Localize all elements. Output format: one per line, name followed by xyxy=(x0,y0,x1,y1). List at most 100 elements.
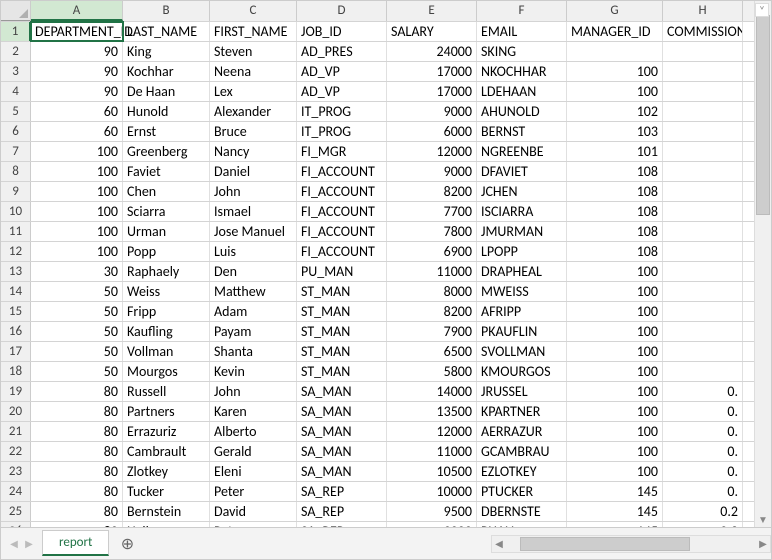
tab-nav-buttons[interactable]: ◀ ▶ xyxy=(1,536,42,552)
cell[interactable]: Payam xyxy=(210,322,297,341)
cell[interactable]: IT_PROG xyxy=(297,122,387,141)
cell[interactable]: KMOURGOS xyxy=(477,362,567,381)
cell[interactable]: 100 xyxy=(567,382,663,401)
scroll-down-icon[interactable]: ▼ xyxy=(758,513,768,527)
add-sheet-button[interactable]: ⊕ xyxy=(115,532,139,556)
cell[interactable]: 14000 xyxy=(387,382,477,401)
cell[interactable]: FI_ACCOUNT xyxy=(297,162,387,181)
cell[interactable]: Urman xyxy=(123,222,210,241)
cell[interactable]: Luis xyxy=(210,242,297,261)
cell[interactable]: AD_VP xyxy=(297,62,387,81)
cell[interactable]: 6000 xyxy=(387,122,477,141)
cell[interactable]: 80 xyxy=(31,462,123,481)
cell[interactable]: 100 xyxy=(31,222,123,241)
cell[interactable]: Faviet xyxy=(123,162,210,181)
cell[interactable]: 100 xyxy=(31,202,123,221)
cell[interactable]: JOB_ID xyxy=(297,22,387,41)
cell[interactable]: 100 xyxy=(567,402,663,421)
cell[interactable]: 100 xyxy=(567,442,663,461)
cell[interactable] xyxy=(663,122,743,141)
cell[interactable]: JMURMAN xyxy=(477,222,567,241)
row-header[interactable]: 7 xyxy=(1,142,31,161)
cell[interactable]: ST_MAN xyxy=(297,322,387,341)
cell[interactable]: 50 xyxy=(31,282,123,301)
cell[interactable]: 100 xyxy=(567,62,663,81)
row-header[interactable]: 3 xyxy=(1,62,31,81)
cell[interactable]: 80 xyxy=(31,402,123,421)
cell[interactable]: Kevin xyxy=(210,362,297,381)
row-header[interactable]: 2 xyxy=(1,42,31,61)
cell[interactable]: Zlotkey xyxy=(123,462,210,481)
cell[interactable]: ST_MAN xyxy=(297,362,387,381)
row-header[interactable]: 21 xyxy=(1,422,31,441)
cell[interactable]: 80 xyxy=(31,442,123,461)
cell[interactable]: 80 xyxy=(31,502,123,521)
cell[interactable]: 101 xyxy=(567,142,663,161)
row-header[interactable]: 10 xyxy=(1,202,31,221)
cell[interactable]: SVOLLMAN xyxy=(477,342,567,361)
cell[interactable]: Steven xyxy=(210,42,297,61)
cell[interactable]: 100 xyxy=(567,282,663,301)
cell[interactable]: KPARTNER xyxy=(477,402,567,421)
tab-nav-next-icon[interactable]: ▶ xyxy=(22,536,36,552)
row-header[interactable]: 24 xyxy=(1,482,31,501)
horizontal-scrollbar[interactable]: ◀ ▶ xyxy=(491,535,771,553)
cell[interactable]: 60 xyxy=(31,102,123,121)
cell[interactable]: 7900 xyxy=(387,322,477,341)
cell[interactable]: 108 xyxy=(567,182,663,201)
cell[interactable]: Ismael xyxy=(210,202,297,221)
cell[interactable]: 9500 xyxy=(387,502,477,521)
cell[interactable]: 50 xyxy=(31,302,123,321)
vscroll-thumb[interactable] xyxy=(756,15,770,215)
cell[interactable]: BERNST xyxy=(477,122,567,141)
cell[interactable]: 0. xyxy=(663,482,743,501)
cell[interactable]: FI_MGR xyxy=(297,142,387,161)
cell[interactable]: GCAMBRAU xyxy=(477,442,567,461)
cell[interactable]: EZLOTKEY xyxy=(477,462,567,481)
cell[interactable]: ISCIARRA xyxy=(477,202,567,221)
cell[interactable]: 100 xyxy=(567,322,663,341)
row-header[interactable]: 17 xyxy=(1,342,31,361)
cell[interactable]: Den xyxy=(210,262,297,281)
cell[interactable]: Tucker xyxy=(123,482,210,501)
vertical-scrollbar[interactable]: ▲ ▼ xyxy=(754,1,771,527)
cell[interactable]: 100 xyxy=(567,82,663,101)
cell[interactable]: AERRAZUR xyxy=(477,422,567,441)
col-header-B[interactable]: B xyxy=(123,1,210,21)
cell[interactable]: 5800 xyxy=(387,362,477,381)
cell[interactable]: 6500 xyxy=(387,342,477,361)
cell[interactable]: Chen xyxy=(123,182,210,201)
cell[interactable]: FIRST_NAME xyxy=(210,22,297,41)
cell[interactable] xyxy=(663,202,743,221)
cell[interactable]: Alberto xyxy=(210,422,297,441)
cell[interactable]: Cambrault xyxy=(123,442,210,461)
cell[interactable]: 6900 xyxy=(387,242,477,261)
cell[interactable]: Daniel xyxy=(210,162,297,181)
cell[interactable]: Gerald xyxy=(210,442,297,461)
cell[interactable]: FI_ACCOUNT xyxy=(297,202,387,221)
row-header[interactable]: 11 xyxy=(1,222,31,241)
cell[interactable]: Neena xyxy=(210,62,297,81)
cell[interactable]: SA_MAN xyxy=(297,382,387,401)
cell[interactable]: MWEISS xyxy=(477,282,567,301)
cell[interactable]: 80 xyxy=(31,382,123,401)
cell[interactable]: Weiss xyxy=(123,282,210,301)
col-header-D[interactable]: D xyxy=(297,1,387,21)
cell[interactable]: AHUNOLD xyxy=(477,102,567,121)
cell[interactable]: 7700 xyxy=(387,202,477,221)
cell[interactable]: 102 xyxy=(567,102,663,121)
cell[interactable] xyxy=(663,282,743,301)
row-header[interactable]: 13 xyxy=(1,262,31,281)
cell[interactable]: Mourgos xyxy=(123,362,210,381)
cell[interactable]: 90 xyxy=(31,62,123,81)
col-header-F[interactable]: F xyxy=(477,1,567,21)
row-header[interactable]: 6 xyxy=(1,122,31,141)
cell[interactable] xyxy=(567,42,663,61)
cell[interactable] xyxy=(663,42,743,61)
cell[interactable]: 100 xyxy=(31,242,123,261)
cell[interactable]: LDEHAAN xyxy=(477,82,567,101)
cell[interactable]: 145 xyxy=(567,502,663,521)
col-header-C[interactable]: C xyxy=(210,1,297,21)
cell[interactable]: 7800 xyxy=(387,222,477,241)
cell[interactable]: 80 xyxy=(31,482,123,501)
